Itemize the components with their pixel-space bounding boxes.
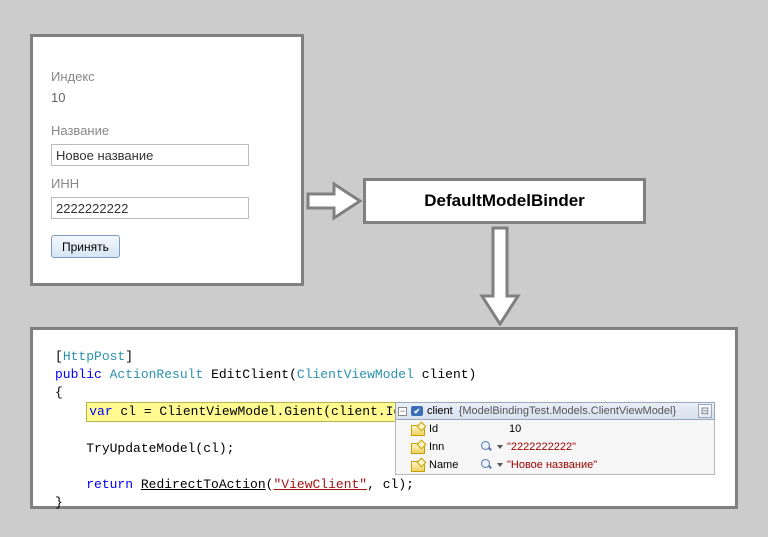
collapse-icon[interactable]: − [398,407,407,416]
debugger-body: Id 10 Inn "2222222222" Name "Новое назва… [395,420,715,475]
debug-prop-name: Inn [429,441,477,453]
property-icon [411,423,425,435]
submit-button[interactable]: Принять [51,235,120,258]
index-value: 10 [51,90,283,105]
pin-icon[interactable]: ⊟ [698,404,712,418]
chevron-down-icon[interactable] [497,463,503,467]
property-icon [411,459,425,471]
inn-input[interactable] [51,197,249,219]
debug-var-name: client [427,405,453,417]
debug-row[interactable]: Id 10 [396,420,714,438]
magnifier-icon[interactable] [481,441,493,453]
inn-label: ИНН [51,176,283,191]
chevron-down-icon[interactable] [497,445,503,449]
debug-prop-name: Name [429,459,477,471]
debug-var-type: {ModelBindingTest.Models.ClientViewModel… [459,405,676,417]
arrow-down-icon [478,226,522,326]
debug-row[interactable]: Name "Новое название" [396,456,714,474]
magnifier-icon[interactable] [481,459,493,471]
debug-prop-value: "Новое название" [507,459,597,471]
debug-row[interactable]: Inn "2222222222" [396,438,714,456]
index-label: Индекс [51,69,283,84]
debug-prop-name: Id [429,423,477,435]
form-panel: Индекс 10 Название ИНН Принять [30,34,304,286]
name-input[interactable] [51,144,249,166]
binder-panel: DefaultModelBinder [363,178,646,224]
code-line-return: return RedirectToAction("ViewClient", cl… [55,476,713,494]
binder-title: DefaultModelBinder [424,191,585,211]
name-label: Название [51,123,283,138]
code-brace-close: } [55,494,713,512]
property-icon [411,441,425,453]
object-icon: ✔ [411,406,423,416]
code-brace-open: { [55,384,713,402]
code-line-sig: public ActionResult EditClient(ClientVie… [55,366,713,384]
arrow-right-icon [306,180,362,222]
debugger-tooltip: − ✔ client {ModelBindingTest.Models.Clie… [395,402,715,475]
debug-prop-value: 10 [509,423,521,435]
debugger-header[interactable]: − ✔ client {ModelBindingTest.Models.Clie… [395,402,715,420]
code-line-attr: [HttpPost] [55,348,713,366]
debug-prop-value: "2222222222" [507,441,576,453]
